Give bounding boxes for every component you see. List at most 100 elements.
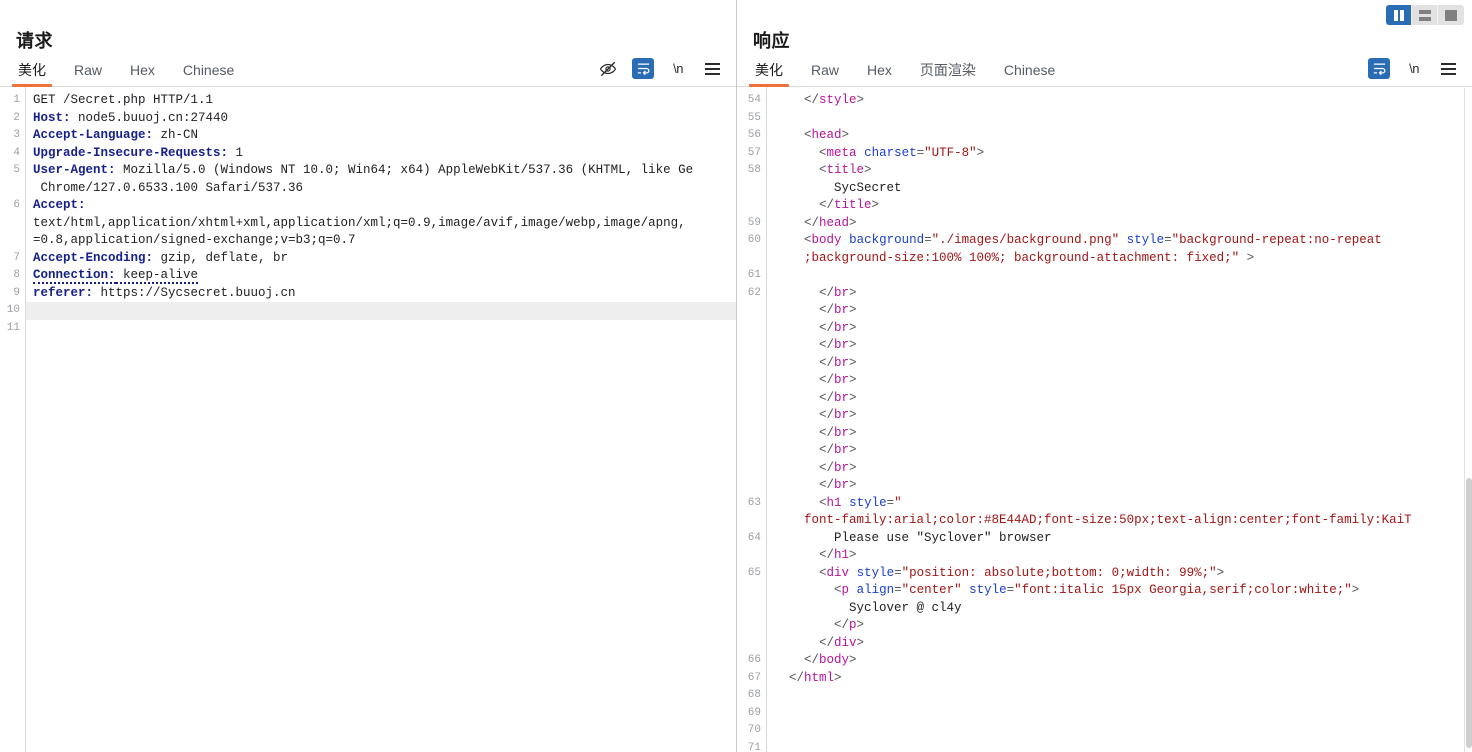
request-line: Host: node5.buuoj.cn:27440 (33, 110, 229, 125)
response-line-number (737, 617, 761, 635)
response-scrollbar[interactable] (1464, 88, 1472, 752)
eye-slash-icon[interactable] (598, 59, 618, 79)
response-scrollbar-thumb[interactable] (1466, 478, 1472, 748)
request-panel: 请求 美化 Raw Hex Chinese \n 1 2 3 4 5 6 7 8… (0, 0, 736, 752)
response-line-number: 61 (747, 269, 761, 281)
response-line: </br> (819, 285, 857, 300)
response-line: </style> (804, 93, 865, 107)
response-line (774, 705, 1472, 723)
tab-response-render[interactable]: 页面渲染 (906, 62, 990, 86)
response-line: ;background-size:100% 100%; background-a… (804, 250, 1255, 265)
response-line-number: 69 (747, 706, 761, 719)
request-line-number: 7 (13, 251, 20, 264)
request-line-number: 4 (13, 146, 20, 159)
request-line-number (0, 232, 20, 250)
response-line-number (737, 442, 761, 460)
response-line: </body> (804, 653, 857, 667)
request-code[interactable]: GET /Secret.php HTTP/1.1 Host: node5.buuo… (26, 87, 736, 752)
layout-single-pane-button[interactable] (1438, 5, 1464, 25)
tab-request-hex[interactable]: Hex (116, 62, 169, 86)
response-line-number: 54 (747, 94, 761, 106)
tab-request-beautify[interactable]: 美化 (4, 62, 60, 87)
response-line: </br> (819, 443, 857, 457)
request-line (26, 302, 736, 320)
layout-vertical-split-button[interactable] (1386, 5, 1412, 25)
response-line: </br> (819, 373, 857, 387)
response-line-number (737, 512, 761, 530)
response-line: </br> (819, 355, 857, 370)
request-line-number: 2 (13, 111, 20, 124)
menu-icon[interactable] (1438, 59, 1458, 79)
response-line: </h1> (819, 548, 857, 562)
request-line: Chrome/127.0.6533.100 Safari/537.36 (33, 180, 304, 195)
response-line-number: 62 (747, 286, 761, 299)
request-toolbar: \n (598, 58, 736, 86)
response-line: <meta charset="UTF-8"> (819, 145, 985, 160)
response-line: </title> (819, 198, 880, 212)
response-line: </br> (819, 460, 857, 475)
response-line-number: 71 (747, 741, 761, 752)
response-line-number: 56 (747, 129, 761, 141)
response-line-number (737, 425, 761, 443)
request-code-area: 1 2 3 4 5 6 7 8 9 10 11 GET /Secret.php HTTP/1.1… (0, 87, 736, 752)
layout-horizontal-split-button[interactable] (1412, 5, 1438, 25)
menu-icon[interactable] (702, 59, 722, 79)
response-line: </html> (789, 670, 842, 685)
response-line: </br> (819, 408, 857, 422)
response-line (774, 110, 1472, 128)
request-line: referer: https://Sycsecret.buuoj.cn (33, 285, 296, 300)
response-line-number: 70 (747, 724, 761, 736)
response-line-number: 57 (747, 146, 761, 159)
response-line: <body background="./images/background.pn… (804, 233, 1382, 247)
request-line-number: 11 (6, 321, 20, 334)
response-line-number (737, 635, 761, 653)
response-code[interactable]: </style> <head> <meta charset="UTF-8"> <… (767, 87, 1472, 752)
request-line: Accept-Language: zh-CN (33, 128, 199, 142)
request-line-number (0, 215, 20, 233)
response-line: <title> (819, 163, 872, 177)
response-line-number: 66 (747, 654, 761, 666)
response-line: font-family:arial;color:#8E44AD;font-siz… (804, 513, 1412, 527)
vertical-split-icon (1393, 9, 1404, 21)
request-line (33, 320, 736, 338)
word-wrap-icon[interactable] (1368, 58, 1390, 79)
request-panel-title: 请求 (16, 31, 53, 51)
tab-response-beautify[interactable]: 美化 (741, 62, 797, 87)
tab-response-raw[interactable]: Raw (797, 62, 853, 86)
word-wrap-icon[interactable] (632, 58, 654, 79)
request-line-number: 5 (13, 164, 20, 176)
response-line-number: 58 (747, 164, 761, 176)
tab-response-chinese[interactable]: Chinese (990, 62, 1069, 86)
response-line: Please use "Syclover" browser (834, 530, 1052, 545)
response-line (774, 687, 1472, 705)
request-gutter: 1 2 3 4 5 6 7 8 9 10 11 (0, 87, 26, 752)
request-line-number: 6 (13, 199, 20, 211)
response-line-number: 68 (747, 689, 761, 701)
request-line: Accept-Encoding: gzip, deflate, br (33, 250, 289, 265)
response-line: </br> (819, 478, 857, 492)
request-line: Upgrade-Insecure-Requests: 1 (33, 145, 244, 160)
response-line: </br> (819, 303, 857, 317)
tab-request-raw[interactable]: Raw (60, 62, 116, 86)
response-line (774, 722, 1472, 740)
horizontal-split-icon (1418, 9, 1431, 21)
response-panel: 响应 美化 Raw Hex 页面渲染 Chinese \n 54 55 56 5… (736, 0, 1472, 752)
request-line: GET /Secret.php HTTP/1.1 (33, 93, 214, 107)
response-line (774, 740, 1472, 752)
response-line-number (737, 250, 761, 268)
request-line: User-Agent: Mozilla/5.0 (Windows NT 10.0… (33, 163, 694, 177)
newline-icon[interactable]: \n (1404, 59, 1424, 79)
tab-request-chinese[interactable]: Chinese (169, 62, 248, 86)
http-inspector-window: 请求 美化 Raw Hex Chinese \n 1 2 3 4 5 6 7 8… (0, 0, 1472, 752)
response-line-number: 64 (747, 531, 761, 544)
response-line-number (737, 180, 761, 198)
response-line: <head> (804, 128, 850, 142)
response-line: </br> (819, 390, 857, 405)
request-line-number: 9 (13, 286, 20, 299)
tab-response-hex[interactable]: Hex (853, 62, 906, 86)
response-line-number (737, 460, 761, 478)
response-tabbar: 美化 Raw Hex 页面渲染 Chinese \n (737, 56, 1472, 87)
response-line (774, 267, 1472, 285)
newline-icon[interactable]: \n (668, 59, 688, 79)
response-line-number (737, 302, 761, 320)
